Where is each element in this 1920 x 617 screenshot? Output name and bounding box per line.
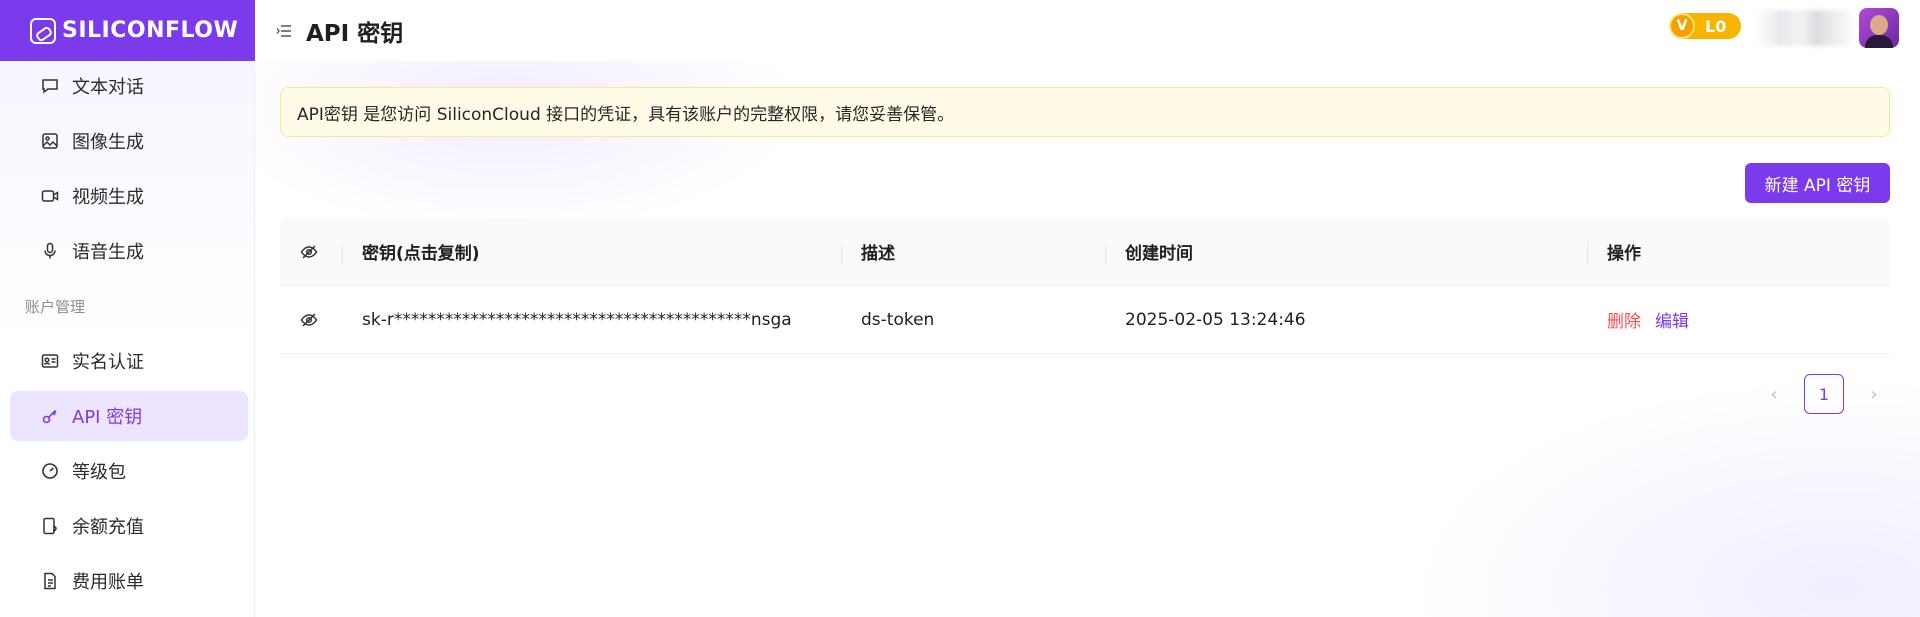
sidebar-item-label: API 密钥: [72, 407, 143, 428]
key-created-time: 2025-02-05 13:24:46: [1125, 309, 1306, 330]
level-badge[interactable]: V L0: [1669, 13, 1741, 39]
eye-slash-icon[interactable]: [300, 312, 318, 328]
sidebar-nav: 文本对话 图像生成 视频生成 语音生成 账户管理 实名认证 API 密钥 等级包…: [10, 61, 248, 611]
delete-button[interactable]: 删除: [1607, 307, 1641, 332]
eye-slash-icon[interactable]: [300, 244, 318, 260]
chevron-left-icon[interactable]: ‹: [1754, 374, 1794, 414]
chevron-right-icon[interactable]: ›: [1854, 374, 1894, 414]
sidebar-item-api-keys[interactable]: API 密钥: [10, 391, 248, 441]
column-header-key: 密钥(点击复制): [343, 218, 842, 285]
nav-group-account: 账户管理: [25, 297, 86, 316]
sidebar-item-label: 图像生成: [72, 132, 144, 153]
edit-button[interactable]: 编辑: [1655, 307, 1689, 332]
new-api-key-button[interactable]: 新建 API 密钥: [1745, 163, 1890, 203]
image-icon: [40, 131, 60, 151]
menu-collapse-icon[interactable]: [276, 22, 294, 40]
column-header-visibility: [280, 218, 343, 285]
avatar[interactable]: [1859, 8, 1899, 48]
key-icon: [40, 406, 60, 426]
brand-name: SILICONFLOW: [62, 18, 239, 43]
app-root: SILICONFLOW 文本对话 图像生成 视频生成 语音生成 账户管理 实名认…: [0, 0, 1920, 617]
id-card-icon: [40, 351, 60, 371]
main-content: API密钥 是您访问 SiliconCloud 接口的凭证，具有该账户的完整权限…: [255, 61, 1920, 617]
gauge-icon: [40, 461, 60, 481]
sidebar-item-image-gen[interactable]: 图像生成: [10, 116, 248, 166]
sidebar-item-label: 语音生成: [72, 242, 144, 263]
sidebar-item-billing[interactable]: 费用账单: [10, 556, 248, 606]
video-icon: [40, 186, 60, 206]
sidebar-item-voice-gen[interactable]: 语音生成: [10, 226, 248, 276]
microphone-icon: [40, 241, 60, 261]
top-header: API 密钥 V L0: [255, 0, 1920, 61]
row-actions: 删除 编辑: [1588, 286, 1890, 353]
sidebar-item-label: 等级包: [72, 462, 126, 483]
level-label: L0: [1705, 16, 1727, 36]
page-number-current[interactable]: 1: [1804, 374, 1844, 414]
column-header-description: 描述: [842, 218, 1106, 285]
sidebar-item-verification[interactable]: 实名认证: [10, 336, 248, 386]
page-title: API 密钥: [306, 20, 404, 47]
logo-bar[interactable]: SILICONFLOW: [0, 0, 255, 61]
sidebar-item-label: 实名认证: [72, 352, 144, 373]
bill-icon: [40, 571, 60, 591]
recharge-icon: [40, 516, 60, 536]
row-visibility-cell: [280, 286, 343, 353]
sidebar-item-label: 费用账单: [72, 572, 144, 593]
sidebar: SILICONFLOW 文本对话 图像生成 视频生成 语音生成 账户管理 实名认…: [0, 0, 255, 617]
sidebar-item-video-gen[interactable]: 视频生成: [10, 171, 248, 221]
api-keys-table: 密钥(点击复制) 描述 创建时间 操作 sk-r****************…: [280, 218, 1890, 354]
column-header-actions: 操作: [1607, 244, 1641, 264]
column-header-created: 创建时间: [1106, 218, 1588, 285]
api-key-value[interactable]: sk-r************************************…: [343, 286, 842, 353]
sidebar-item-text-chat[interactable]: 文本对话: [10, 61, 248, 111]
sidebar-item-label: 文本对话: [72, 77, 144, 98]
sidebar-item-label: 余额充值: [72, 517, 144, 538]
siliconflow-logo-icon: [30, 17, 56, 44]
table-header: 密钥(点击复制) 描述 创建时间 操作: [280, 218, 1890, 286]
table-row: sk-r************************************…: [280, 286, 1890, 354]
vip-badge-icon: V: [1669, 13, 1695, 39]
sidebar-item-label: 视频生成: [72, 187, 144, 208]
key-description: ds-token: [861, 309, 935, 330]
sidebar-item-recharge[interactable]: 余额充值: [10, 501, 248, 551]
sidebar-item-level-pack[interactable]: 等级包: [10, 446, 248, 496]
username-blurred: [1756, 10, 1856, 46]
chat-icon: [40, 76, 60, 96]
pagination: ‹ 1 ›: [1754, 374, 1894, 414]
notice-banner: API密钥 是您访问 SiliconCloud 接口的凭证，具有该账户的完整权限…: [280, 87, 1890, 137]
